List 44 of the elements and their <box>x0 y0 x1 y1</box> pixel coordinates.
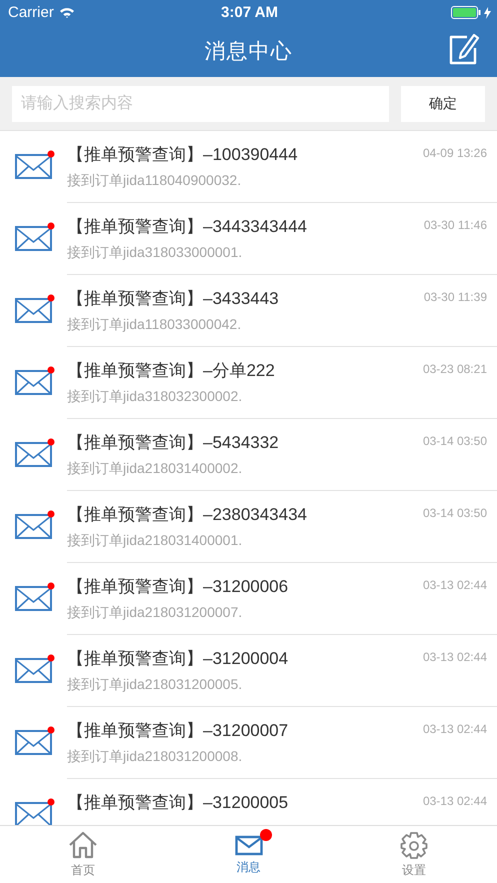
message-preview: 接到订单jida218031200005. <box>67 676 244 694</box>
page-title: 消息中心 <box>204 39 292 65</box>
search-field[interactable]: 请输入搜索内容 <box>12 86 389 122</box>
message-title: 【推单预警查询】–100390444 <box>67 144 298 166</box>
message-title: 【推单预警查询】–5434332 <box>67 432 279 454</box>
confirm-button[interactable]: 确定 <box>401 86 485 122</box>
message-preview: 接到订单jida118033000042. <box>67 316 242 334</box>
message-time: 03-13 02:44 <box>422 578 487 592</box>
tab-item[interactable]: 设置 <box>331 826 497 883</box>
message-time: 03-23 08:21 <box>422 362 487 376</box>
message-time: 03-14 03:50 <box>422 434 487 448</box>
message-preview: 接到订单jida218031400001. <box>67 532 244 550</box>
tab-item[interactable]: 消息 <box>166 826 332 883</box>
message-title: 【推单预警查询】–31200004 <box>67 648 288 670</box>
settings-icon <box>400 830 428 858</box>
message-preview: 接到订单jida218031200008. <box>67 748 244 766</box>
message-time: 03-13 02:44 <box>422 794 487 808</box>
message-time: 04-09 13:26 <box>422 146 487 160</box>
message-preview: 接到订单jida218031200007. <box>67 604 244 622</box>
message-title: 【推单预警查询】–3433443 <box>67 288 279 310</box>
envelope-icon <box>234 834 262 856</box>
clock-time: 3:07 AM <box>221 4 278 21</box>
message-title: 【推单预警查询】–2380343434 <box>67 504 308 526</box>
message-time: 03-30 11:46 <box>424 218 487 232</box>
message-title: 【推单预警查询】–3443343444 <box>67 216 308 238</box>
battery-icon <box>451 6 481 19</box>
message-title: 【推单预警查询】–分单222 <box>67 360 275 382</box>
message-time: 03-14 03:50 <box>422 506 487 520</box>
carrier-label: Carrier <box>8 4 54 21</box>
message-title: 【推单预警查询】–31200006 <box>67 576 288 598</box>
message-time: 03-30 11:39 <box>424 290 487 304</box>
message-time: 03-13 02:44 <box>422 650 487 664</box>
message-title: 【推单预警查询】–31200007 <box>67 720 288 742</box>
message-title: 【推单预警查询】–31200005 <box>67 792 288 814</box>
home-icon <box>68 830 98 858</box>
charging-icon <box>484 6 491 18</box>
tab-item[interactable]: 首页 <box>0 826 166 883</box>
message-preview: 接到订单jida118040900032. <box>67 172 242 190</box>
message-time: 03-13 02:44 <box>422 722 487 736</box>
message-preview: 接到订单jida318032300002. <box>67 388 244 406</box>
wifi-icon <box>58 6 75 18</box>
message-preview: 接到订单jida218031400002. <box>67 460 244 478</box>
edit-button[interactable] <box>447 33 481 67</box>
message-preview: 接到订单jida318033000001. <box>67 244 244 262</box>
